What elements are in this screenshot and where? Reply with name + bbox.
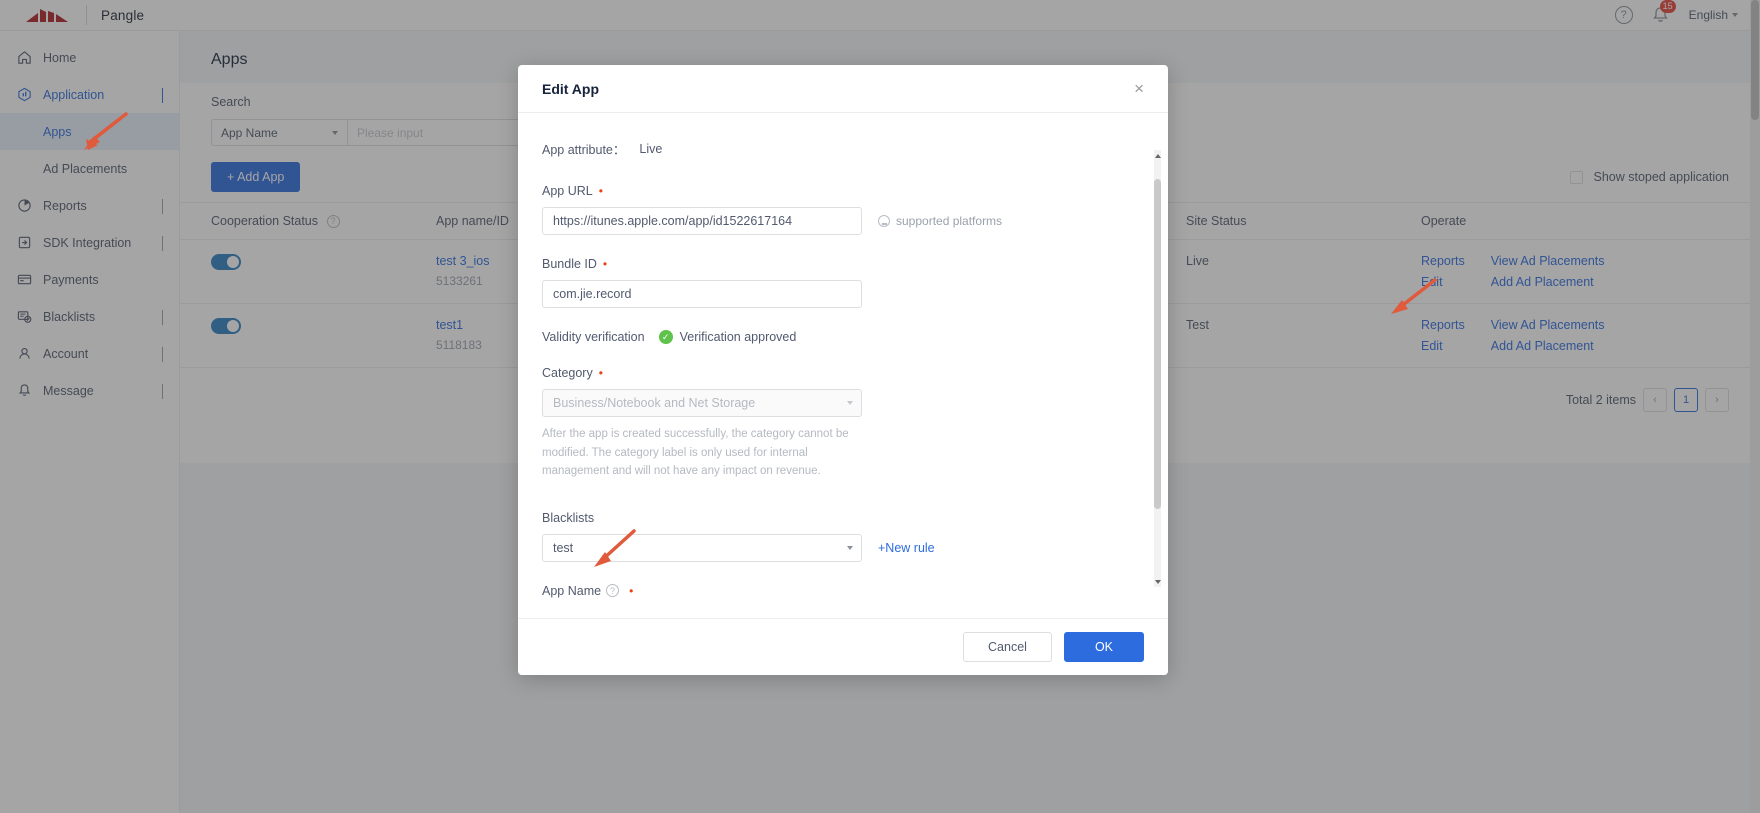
validity-verification-row: Validity verification ✓ Verification app…	[542, 330, 1144, 344]
app-url-label: App URL •	[542, 184, 1144, 198]
bundle-id-input[interactable]: com.jie.record	[542, 280, 862, 308]
close-icon[interactable]: ×	[1134, 80, 1144, 97]
app-attribute-value: Live	[639, 142, 662, 156]
ok-button[interactable]: OK	[1064, 632, 1144, 662]
category-label: Category •	[542, 366, 1144, 380]
modal-scrollbar[interactable]	[1154, 161, 1161, 576]
question-circle-icon[interactable]: ?	[606, 584, 619, 597]
scroll-down-icon[interactable]	[1154, 576, 1161, 587]
app-name-field-group: App Name ? •	[542, 584, 1144, 598]
chevron-down-icon	[847, 401, 853, 405]
screen: Pangle ? 15 English	[0, 0, 1760, 813]
check-circle-icon: ✓	[659, 330, 673, 344]
bundle-id-field-group: Bundle ID • com.jie.record	[542, 257, 1144, 308]
modal-header: Edit App ×	[518, 65, 1168, 113]
new-rule-link[interactable]: +New rule	[878, 541, 935, 555]
app-url-input[interactable]: https://itunes.apple.com/app/id152261716…	[542, 207, 862, 235]
chevron-down-icon	[847, 546, 853, 550]
modal-scrollbar-thumb[interactable]	[1154, 179, 1161, 509]
category-field-group: Category • Business/Notebook and Net Sto…	[542, 366, 1144, 481]
app-attribute-row: App attribute： Live	[542, 139, 1144, 158]
required-marker: •	[599, 367, 603, 379]
hint-bulb-icon	[878, 215, 890, 227]
supported-platforms-hint[interactable]: supported platforms	[878, 214, 1002, 228]
edit-app-modal: Edit App × App attribute： Live App URL •…	[518, 65, 1168, 675]
modal-body: App attribute： Live App URL • https://it…	[518, 113, 1168, 618]
required-marker: •	[629, 585, 633, 597]
bundle-id-label: Bundle ID •	[542, 257, 1144, 271]
app-attribute-label: App attribute：	[542, 139, 625, 158]
validity-status: ✓ Verification approved	[659, 330, 797, 344]
blacklists-value: test	[553, 541, 573, 555]
required-marker: •	[599, 185, 603, 197]
validity-value: Verification approved	[680, 330, 797, 344]
modal-footer: Cancel OK	[518, 618, 1168, 675]
blacklists-label: Blacklists	[542, 511, 1144, 525]
category-value: Business/Notebook and Net Storage	[553, 396, 755, 410]
scroll-up-icon[interactable]	[1154, 150, 1161, 161]
modal-title: Edit App	[542, 81, 599, 97]
blacklists-field-group: Blacklists test +New rule	[542, 511, 1144, 562]
app-name-label: App Name ? •	[542, 584, 1144, 598]
supported-platforms-label: supported platforms	[896, 214, 1002, 228]
app-url-field-group: App URL • https://itunes.apple.com/app/i…	[542, 184, 1144, 235]
category-help-text: After the app is created successfully, t…	[542, 425, 864, 481]
cancel-button[interactable]: Cancel	[963, 632, 1052, 662]
validity-label: Validity verification	[542, 330, 645, 344]
blacklists-select[interactable]: test	[542, 534, 862, 562]
category-select: Business/Notebook and Net Storage	[542, 389, 862, 417]
required-marker: •	[603, 258, 607, 270]
